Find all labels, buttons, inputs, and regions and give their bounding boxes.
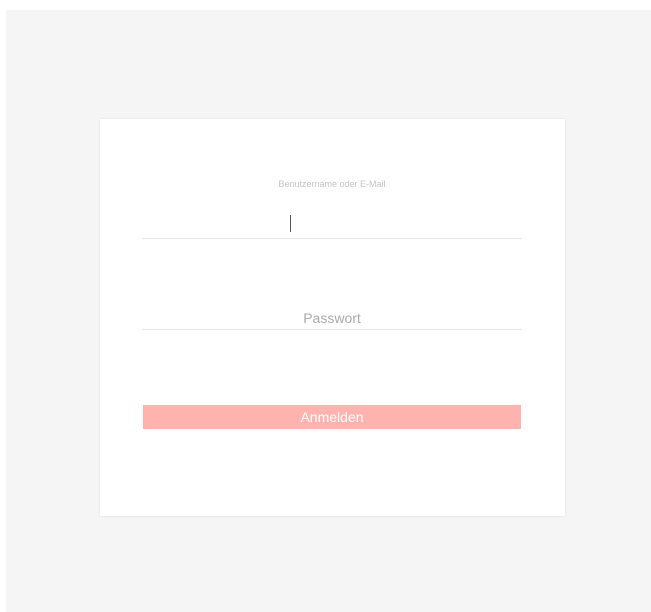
username-label: Benutzername oder E-Mail xyxy=(278,179,386,189)
login-card: Benutzername oder E-Mail Anmelden xyxy=(100,119,565,516)
page-background: Benutzername oder E-Mail Anmelden xyxy=(6,10,651,612)
username-input[interactable] xyxy=(142,216,522,238)
login-button[interactable]: Anmelden xyxy=(143,405,521,429)
password-input[interactable] xyxy=(142,307,522,329)
username-field-container[interactable] xyxy=(142,216,522,239)
password-field-container[interactable] xyxy=(142,307,522,330)
text-cursor xyxy=(290,215,291,232)
